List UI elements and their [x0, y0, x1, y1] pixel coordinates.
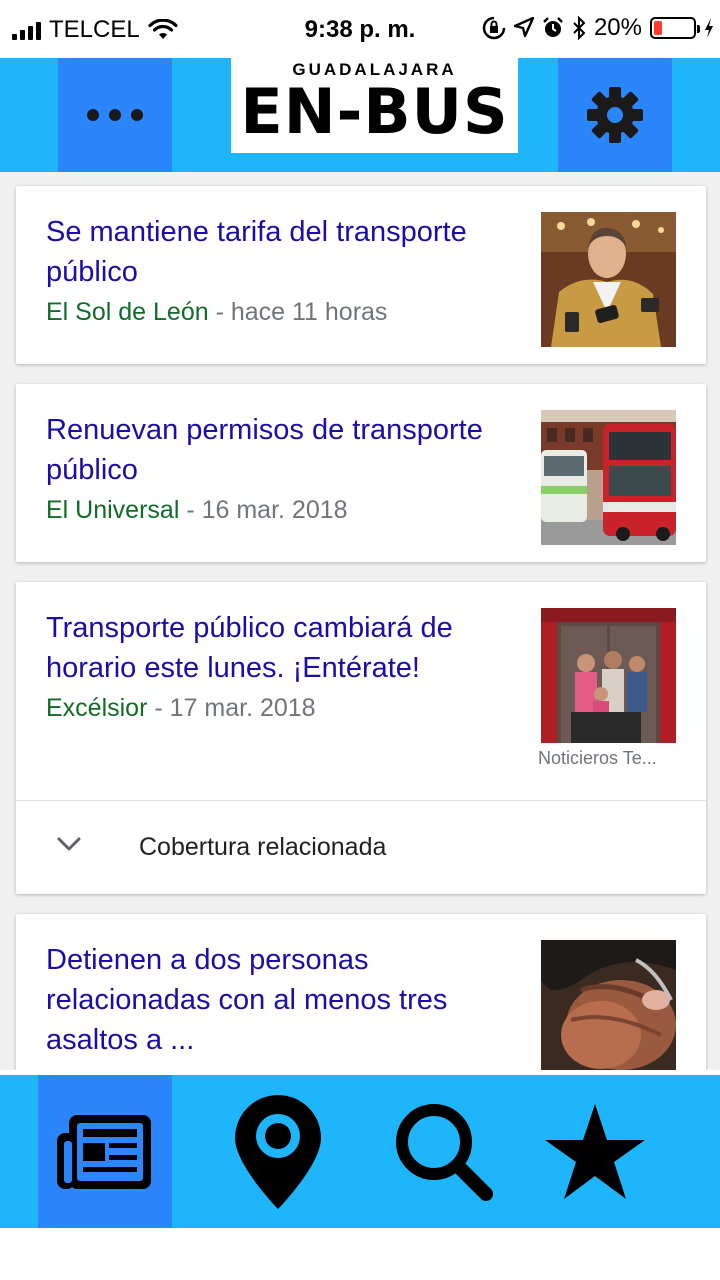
news-card[interactable]: Detienen a dos personas relacionadas con…: [16, 914, 706, 1070]
meta-separator: -: [147, 694, 170, 722]
news-thumbnail[interactable]: [541, 608, 676, 743]
news-card[interactable]: Se mantiene tarifa del transporte públic…: [16, 186, 706, 364]
charging-icon: [705, 18, 713, 38]
battery-icon: [650, 17, 700, 39]
status-bar: TELCEL 9:38 p. m. 20%: [0, 0, 720, 58]
news-source: El Universal: [46, 496, 180, 524]
menu-button[interactable]: [58, 58, 172, 172]
status-right: 20%: [482, 14, 714, 42]
nav-search[interactable]: [375, 1075, 509, 1228]
news-card[interactable]: Transporte público cambiará de horario e…: [16, 582, 706, 894]
news-meta: El Sol de León - hace 11 horas: [46, 298, 387, 327]
nav-favorites[interactable]: [528, 1075, 662, 1228]
news-headline[interactable]: Transporte público cambiará de horario e…: [46, 608, 516, 688]
news-feed: Se mantiene tarifa del transporte públic…: [0, 172, 720, 1070]
map-pin-icon: [235, 1094, 321, 1209]
news-card[interactable]: Renuevan permisos de transporte público …: [16, 384, 706, 562]
news-headline[interactable]: Renuevan permisos de transporte público: [46, 410, 516, 490]
alarm-icon: [543, 17, 563, 37]
related-coverage-toggle[interactable]: Cobertura relacionada: [16, 800, 706, 892]
nav-map[interactable]: [211, 1075, 345, 1228]
related-coverage-label: Cobertura relacionada: [139, 833, 387, 861]
news-source: Excélsior: [46, 694, 148, 722]
location-icon: [513, 17, 534, 38]
ellipsis-icon: [87, 109, 143, 121]
news-thumbnail[interactable]: [541, 212, 676, 347]
chevron-down-icon: [57, 837, 81, 851]
star-icon: [545, 1103, 645, 1199]
meta-separator: -: [208, 298, 231, 326]
news-date: 17 mar. 2018: [169, 694, 316, 722]
bottom-spacer: [0, 1228, 720, 1280]
meta-separator: -: [179, 496, 202, 524]
news-headline[interactable]: Detienen a dos personas relacionadas con…: [46, 940, 516, 1060]
news-thumbnail[interactable]: [541, 940, 676, 1070]
news-meta: Excélsior - 17 mar. 2018: [46, 694, 316, 723]
settings-button[interactable]: [558, 58, 672, 172]
news-headline[interactable]: Se mantiene tarifa del transporte públic…: [46, 212, 516, 292]
search-icon: [396, 1103, 493, 1201]
app-logo: GUADALAJARA EN-BUS: [231, 58, 518, 153]
logo-name: EN-BUS: [240, 75, 509, 148]
newspaper-icon: [57, 1114, 151, 1189]
news-thumbnail[interactable]: [541, 410, 676, 545]
nav-news[interactable]: [38, 1075, 172, 1228]
bluetooth-icon: [573, 16, 586, 40]
news-date: hace 11 horas: [230, 298, 388, 326]
rotation-lock-icon: [482, 16, 506, 40]
news-meta: El Universal - 16 mar. 2018: [46, 496, 348, 525]
bottom-nav: [0, 1075, 720, 1228]
news-source: El Sol de León: [46, 298, 209, 326]
battery-percent: 20%: [593, 14, 642, 41]
gear-icon: [587, 87, 643, 143]
app-header: GUADALAJARA EN-BUS: [0, 58, 720, 172]
news-date: 16 mar. 2018: [201, 496, 348, 524]
image-credit: Noticieros Te...: [538, 748, 657, 768]
